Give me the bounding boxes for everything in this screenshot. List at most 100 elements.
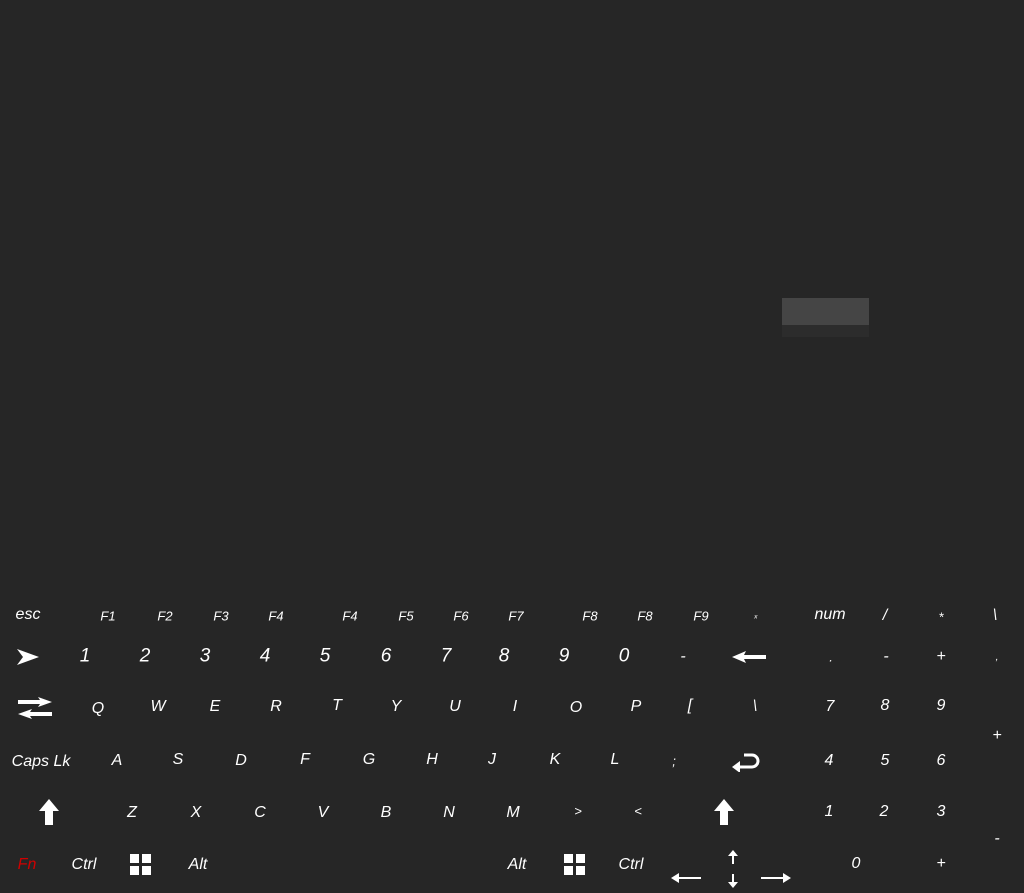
key-k[interactable]: K bbox=[550, 752, 561, 768]
key-o[interactable]: O bbox=[570, 700, 582, 716]
key-e[interactable]: E bbox=[210, 699, 221, 715]
key-f3[interactable]: F3 bbox=[213, 610, 228, 623]
key-q[interactable]: Q bbox=[92, 701, 104, 717]
key-numpad-6[interactable]: 6 bbox=[937, 753, 946, 769]
key-d[interactable]: D bbox=[235, 753, 247, 769]
key-ctrl-right[interactable]: Ctrl bbox=[619, 857, 644, 873]
key-f6[interactable]: F6 bbox=[453, 610, 468, 623]
key-numpad-7[interactable]: 7 bbox=[826, 699, 835, 715]
key-numpad-minus-tall[interactable]: - bbox=[994, 831, 999, 847]
overlay-widget-shadow bbox=[782, 325, 869, 337]
key-z[interactable]: Z bbox=[127, 805, 137, 821]
key-j[interactable]: J bbox=[488, 752, 496, 768]
key-fn[interactable]: Fn bbox=[18, 857, 37, 873]
key-t[interactable]: T bbox=[332, 698, 342, 714]
key-b[interactable]: B bbox=[381, 805, 392, 821]
key-2[interactable]: 2 bbox=[140, 647, 151, 666]
key-numpad-plus-bottom[interactable]: + bbox=[936, 856, 945, 872]
key-numpad-plus-tall[interactable]: + bbox=[992, 728, 1001, 744]
key-1[interactable]: 1 bbox=[80, 647, 91, 666]
key-tab[interactable] bbox=[18, 697, 52, 719]
key-arrow-left[interactable] bbox=[671, 873, 701, 883]
key-shift-left[interactable] bbox=[39, 799, 59, 825]
key-r[interactable]: R bbox=[270, 699, 282, 715]
key-caps-lock[interactable]: Caps Lk bbox=[12, 754, 71, 770]
key-w[interactable]: W bbox=[150, 699, 165, 715]
key-h[interactable]: H bbox=[426, 752, 438, 768]
key-ctrl-left[interactable]: Ctrl bbox=[72, 857, 97, 873]
key-f5[interactable]: F5 bbox=[398, 610, 413, 623]
key-minus[interactable]: - bbox=[680, 649, 685, 665]
key-s[interactable]: S bbox=[173, 752, 184, 768]
key-p[interactable]: P bbox=[631, 699, 642, 715]
key-m[interactable]: M bbox=[506, 805, 519, 821]
key-5[interactable]: 5 bbox=[320, 647, 331, 666]
key-shift-right[interactable] bbox=[714, 799, 734, 825]
key-x[interactable]: X bbox=[191, 805, 202, 821]
key-windows-left[interactable] bbox=[130, 854, 152, 876]
key-backslash-top[interactable]: \ bbox=[993, 608, 997, 624]
key-3[interactable]: 3 bbox=[200, 647, 211, 666]
key-c[interactable]: C bbox=[254, 805, 266, 821]
key-numpad-3[interactable]: 3 bbox=[937, 804, 946, 820]
key-backslash[interactable]: \ bbox=[753, 699, 757, 715]
key-f4[interactable]: F4 bbox=[268, 610, 283, 623]
key-greater-than[interactable]: > bbox=[574, 805, 582, 818]
key-f8-second[interactable]: F8 bbox=[637, 610, 652, 623]
key-9[interactable]: 9 bbox=[559, 647, 570, 666]
key-l[interactable]: L bbox=[611, 752, 620, 768]
key-numpad-4[interactable]: 4 bbox=[825, 753, 834, 769]
key-semicolon[interactable]: ; bbox=[672, 755, 676, 768]
key-arrow-down[interactable] bbox=[728, 874, 738, 888]
key-arrow-up[interactable] bbox=[728, 850, 738, 864]
key-numpad-8[interactable]: 8 bbox=[881, 698, 890, 714]
key-6[interactable]: 6 bbox=[381, 647, 392, 666]
key-open-bracket[interactable]: [ bbox=[688, 698, 692, 714]
key-numpad-1[interactable]: 1 bbox=[825, 804, 834, 820]
key-i[interactable]: I bbox=[513, 699, 517, 715]
overlay-widget[interactable] bbox=[782, 298, 869, 325]
key-windows-right[interactable] bbox=[564, 854, 586, 876]
key-u[interactable]: U bbox=[449, 699, 461, 715]
key-comma[interactable]: , bbox=[996, 653, 999, 663]
key-numpad-minus[interactable]: - bbox=[883, 649, 888, 665]
key-less-than[interactable]: < bbox=[634, 805, 642, 818]
key-numpad-dot[interactable]: . bbox=[829, 651, 833, 664]
key-f8[interactable]: F8 bbox=[582, 610, 597, 623]
key-a[interactable]: A bbox=[112, 753, 123, 769]
key-numpad-divide[interactable]: / bbox=[883, 608, 887, 624]
windows-icon bbox=[564, 854, 586, 876]
key-esc[interactable]: esc bbox=[16, 607, 41, 623]
key-8[interactable]: 8 bbox=[499, 647, 510, 666]
key-f[interactable]: F bbox=[300, 752, 310, 768]
key-backspace[interactable] bbox=[732, 651, 766, 663]
backspace-arrow-icon bbox=[732, 651, 766, 663]
key-n[interactable]: N bbox=[443, 805, 455, 821]
key-play[interactable] bbox=[17, 649, 39, 665]
key-small-glyph[interactable]: ₓ bbox=[754, 611, 758, 621]
key-g[interactable]: G bbox=[363, 752, 375, 768]
key-numpad-2[interactable]: 2 bbox=[880, 804, 889, 820]
key-alt-right[interactable]: Alt bbox=[508, 857, 527, 873]
key-f9[interactable]: F9 bbox=[693, 610, 708, 623]
key-f4-second[interactable]: F4 bbox=[342, 610, 357, 623]
key-y[interactable]: Y bbox=[391, 699, 402, 715]
key-f7[interactable]: F7 bbox=[508, 610, 523, 623]
key-num-lock[interactable]: num bbox=[814, 607, 845, 623]
key-enter[interactable] bbox=[732, 752, 760, 772]
key-v[interactable]: V bbox=[318, 805, 329, 821]
key-arrow-right[interactable] bbox=[761, 873, 791, 883]
key-7[interactable]: 7 bbox=[441, 647, 452, 666]
key-numpad-multiply[interactable]: * bbox=[938, 611, 943, 624]
key-numpad-5[interactable]: 5 bbox=[881, 753, 890, 769]
shift-arrow-icon bbox=[714, 799, 734, 825]
key-alt-left[interactable]: Alt bbox=[189, 857, 208, 873]
arrow-up-icon bbox=[728, 850, 738, 864]
key-numpad-9[interactable]: 9 bbox=[937, 698, 946, 714]
key-4[interactable]: 4 bbox=[260, 647, 271, 666]
key-numpad-0[interactable]: 0 bbox=[852, 856, 861, 872]
key-f2[interactable]: F2 bbox=[157, 610, 172, 623]
key-numpad-plus[interactable]: + bbox=[936, 649, 945, 665]
key-f1[interactable]: F1 bbox=[100, 610, 115, 623]
key-0[interactable]: 0 bbox=[619, 647, 630, 666]
